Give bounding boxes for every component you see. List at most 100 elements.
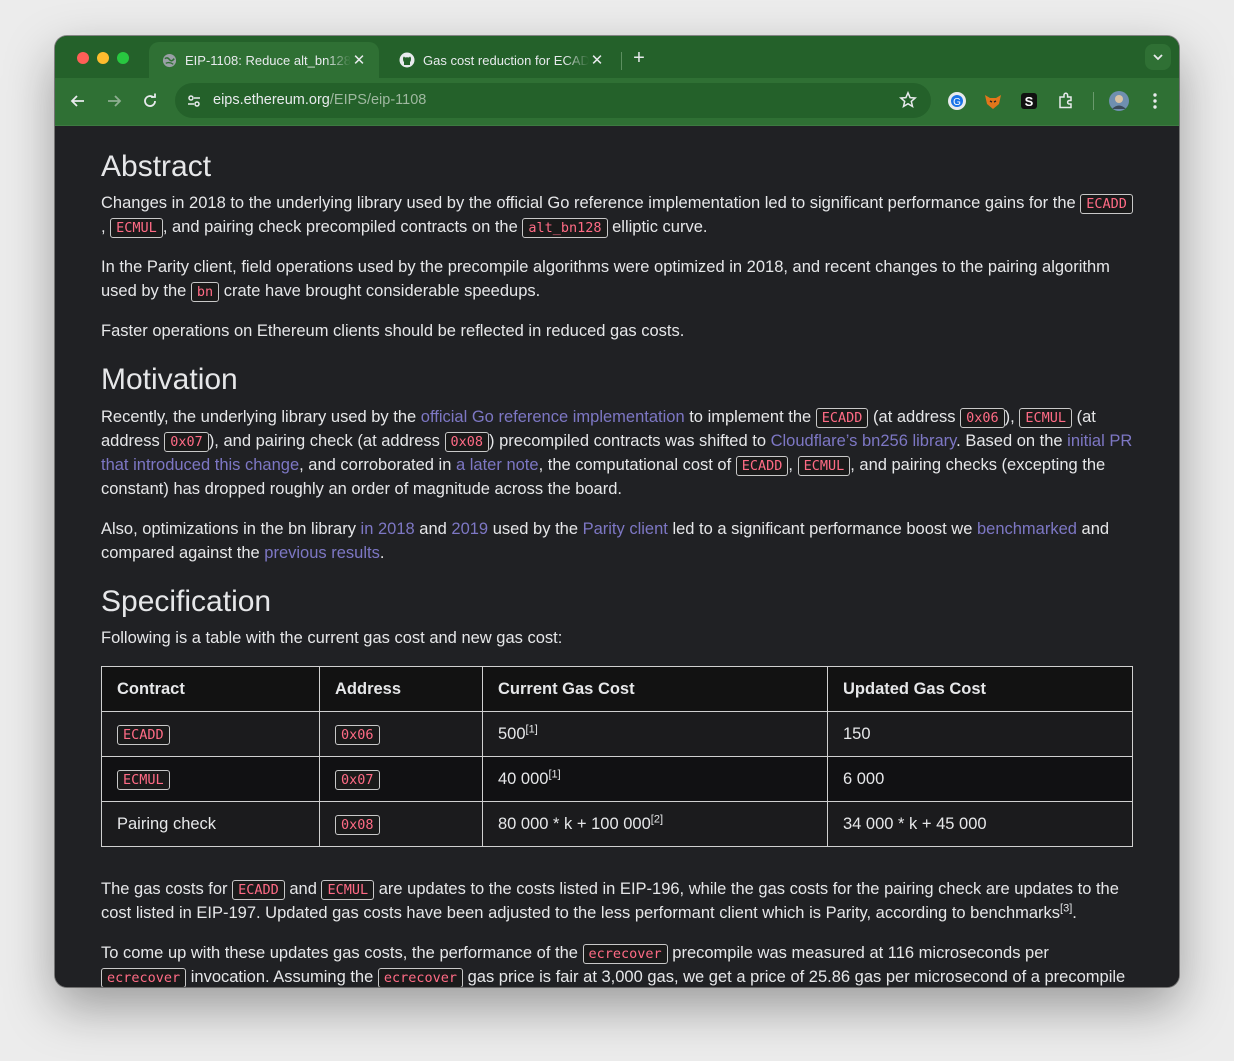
- text: , and corroborated in: [299, 456, 456, 474]
- bookmark-star-icon[interactable]: [899, 91, 917, 109]
- text: To come up with these updates gas costs,…: [101, 944, 583, 962]
- updated-gas-cell: 34 000 * k + 45 000: [827, 801, 1133, 847]
- inline-code: ECADD: [815, 408, 869, 428]
- inline-code: ECMUL: [321, 880, 375, 900]
- inline-code: 0x07: [164, 432, 209, 452]
- globe-icon: [161, 52, 177, 68]
- address-bar[interactable]: eips.ethereum.org/EIPS/eip-1108: [175, 83, 931, 118]
- text: .: [379, 544, 385, 562]
- inline-code: ECADD: [1080, 194, 1133, 214]
- link-benchmarked[interactable]: benchmarked: [977, 520, 1077, 538]
- motivation-heading: Motivation: [101, 363, 238, 396]
- profile-avatar[interactable]: [1108, 90, 1130, 112]
- inline-code: ECMUL: [117, 770, 170, 790]
- toolbar: eips.ethereum.org/EIPS/eip-1108 G S: [55, 78, 1179, 126]
- forward-button[interactable]: [102, 89, 126, 113]
- motivation-paragraph-1: Recently, the underlying library used by…: [101, 405, 1133, 501]
- text: elliptic curve.: [607, 218, 708, 236]
- link-previous-results[interactable]: previous results: [264, 544, 380, 562]
- text: Also, optimizations in the bn library: [101, 520, 361, 538]
- inline-code: bn: [190, 282, 220, 302]
- text: ), and pairing check (at address: [208, 432, 445, 450]
- url-host: eips.ethereum.org: [213, 92, 330, 108]
- text: led to a significant performance boost w…: [667, 520, 977, 538]
- inline-code: 0x06: [960, 408, 1005, 428]
- specification-intro: Following is a table with the current ga…: [101, 629, 563, 647]
- current-gas-value: 80 000 * k + 100 000: [498, 815, 651, 833]
- back-button[interactable]: [66, 89, 90, 113]
- text: . Based on the: [956, 432, 1068, 450]
- link-official-go-implementation[interactable]: official Go reference implementation: [421, 408, 685, 426]
- text: ,: [101, 218, 111, 236]
- updated-gas-cell: 6 000: [827, 756, 1133, 802]
- reload-button[interactable]: [138, 89, 162, 113]
- text: (at address: [868, 408, 961, 426]
- text: gas price is fair at 3,000 gas, we get a…: [463, 968, 1126, 986]
- text: and: [284, 880, 322, 898]
- link-later-note[interactable]: a later note: [456, 456, 539, 474]
- text: ) precompiled contracts was shifted to: [489, 432, 771, 450]
- footnote-ref[interactable]: [2]: [651, 814, 663, 826]
- column-header: Address: [319, 666, 483, 712]
- tab-search-button[interactable]: [1145, 44, 1171, 70]
- minimize-window-button[interactable]: [97, 52, 109, 64]
- specification-paragraph-2: To come up with these updates gas costs,…: [101, 941, 1133, 987]
- url-text: eips.ethereum.org/EIPS/eip-1108: [213, 92, 426, 108]
- column-header: Updated Gas Cost: [827, 666, 1133, 712]
- link-cloudflare-bn256[interactable]: Cloudflare’s bn256 library: [771, 432, 957, 450]
- link-2019[interactable]: 2019: [451, 520, 488, 538]
- extension-translate-icon[interactable]: G: [946, 90, 968, 112]
- tab-gas-cost-reduction[interactable]: Gas cost reduction for ECADD and ECMUL ✕: [387, 42, 617, 78]
- browser-window: EIP-1108: Reduce alt_bn128 precompile ga…: [55, 36, 1179, 987]
- inline-code: ECADD: [117, 725, 170, 745]
- footnote-ref[interactable]: [1]: [548, 769, 560, 781]
- footnote-ref[interactable]: [1]: [526, 724, 538, 736]
- text: invocation. Assuming the: [186, 968, 378, 986]
- column-header: Current Gas Cost: [482, 666, 828, 712]
- tab-title: Gas cost reduction for ECADD and ECMUL: [423, 52, 589, 68]
- zoom-window-button[interactable]: [117, 52, 129, 64]
- chevron-down-icon: [1153, 54, 1163, 61]
- footnote-ref[interactable]: [3]: [1060, 903, 1072, 915]
- text: , the computational cost of: [538, 456, 736, 474]
- tab-eip-1108[interactable]: EIP-1108: Reduce alt_bn128 precompile ga…: [149, 42, 379, 78]
- inline-code: ecrecover: [582, 944, 668, 964]
- table-header-row: Contract Address Current Gas Cost Update…: [101, 666, 1133, 712]
- address-cell: 0x06: [319, 711, 483, 757]
- column-header: Contract: [101, 666, 320, 712]
- site-settings-icon[interactable]: [185, 92, 203, 110]
- link-in-2018[interactable]: in 2018: [361, 520, 415, 538]
- link-parity-client[interactable]: Parity client: [583, 520, 668, 538]
- tab-divider: [621, 52, 622, 70]
- text: .: [1072, 904, 1077, 922]
- inline-code: 0x08: [335, 815, 380, 835]
- menu-kebab-icon[interactable]: [1144, 90, 1166, 112]
- updated-gas-cell: 150: [827, 711, 1133, 757]
- close-window-button[interactable]: [77, 52, 89, 64]
- inline-code: ECADD: [735, 456, 789, 476]
- inline-code: 0x07: [335, 770, 380, 790]
- close-tab-icon[interactable]: ✕: [351, 51, 367, 69]
- extensions-puzzle-icon[interactable]: [1055, 90, 1077, 112]
- contract-cell: ECMUL: [101, 756, 320, 802]
- url-path: /EIPS/eip-1108: [329, 92, 427, 108]
- close-tab-icon[interactable]: ✕: [589, 51, 605, 69]
- extension-fox-icon[interactable]: [982, 90, 1004, 112]
- motivation-paragraph-2: Also, optimizations in the bn library in…: [101, 517, 1133, 565]
- extension-s-icon[interactable]: S: [1018, 90, 1040, 112]
- svg-text:G: G: [953, 97, 961, 108]
- abstract-heading: Abstract: [101, 150, 212, 183]
- tab-title: EIP-1108: Reduce alt_bn128 precompile ga…: [185, 52, 351, 68]
- toolbar-divider: [1093, 92, 1094, 110]
- new-tab-button[interactable]: +: [627, 46, 651, 70]
- back-arrow-icon: [70, 95, 84, 107]
- svg-text:S: S: [1025, 94, 1034, 109]
- text: used by the: [488, 520, 583, 538]
- table-row: ECMUL 0x07 40 000[1] 6 000: [101, 756, 1133, 802]
- inline-code: 0x06: [335, 725, 380, 745]
- current-gas-value: 500: [498, 725, 526, 743]
- specification-heading: Specification: [101, 585, 272, 618]
- inline-code: ECADD: [232, 880, 285, 900]
- abstract-paragraph-3: Faster operations on Ethereum clients sh…: [101, 322, 685, 340]
- gas-cost-table: Contract Address Current Gas Cost Update…: [101, 666, 1133, 847]
